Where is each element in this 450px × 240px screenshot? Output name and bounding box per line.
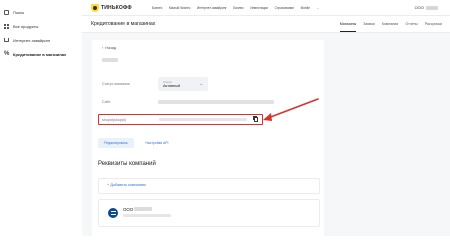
sidebar-item-label: Все продукты [13, 23, 39, 29]
account-switcher[interactable]: ООО [415, 5, 438, 10]
top-menu-item[interactable]: Инвестиции [250, 6, 268, 10]
top-navigation: ТИНЬКОФФ Бизнес Малый бизнес Интернет-эк… [82, 0, 450, 16]
sidebar: Поиск Все продукты Интернет-эквайринг % … [0, 0, 83, 236]
store-details-card: ‹ Назад Статус магазина Статус Активный ⌄… [92, 40, 324, 236]
tab-stores[interactable]: Магазины [339, 16, 357, 32]
company-name: ООО [123, 206, 134, 212]
chevron-down-icon: ⌄ [199, 81, 203, 86]
status-select[interactable]: Статус Активный ⌄ [158, 77, 208, 91]
house-icon [4, 9, 9, 15]
shopid-label: shopId(shopid) [102, 117, 126, 122]
api-settings-button[interactable]: Настройки API [142, 138, 172, 148]
top-menu-item[interactable]: Mobile [301, 6, 310, 10]
add-company-row: + Добавить компанию [98, 178, 320, 194]
bank-icon [108, 208, 118, 218]
copy-icon[interactable] [253, 116, 258, 122]
company-details-redacted [123, 214, 171, 217]
sidebar-item-store-credit[interactable]: % Кредитование в магазинах [4, 49, 82, 59]
company-name-redacted [134, 207, 152, 211]
top-menu-item[interactable]: Бизнес [233, 6, 243, 10]
company-section-title: Реквизиты компаний [98, 161, 156, 167]
top-menu-item[interactable]: Малый бизнес [169, 6, 190, 10]
logo-text: ТИНЬКОФФ [101, 4, 132, 11]
edit-button[interactable]: Редактировать [98, 138, 134, 148]
add-company-link[interactable]: + Добавить компанию [107, 183, 146, 187]
shopid-row-highlight: shopId(shopid) [98, 114, 263, 125]
shopid-value-redacted [159, 118, 247, 122]
sidebar-item-label: Интернет-эквайринг [13, 37, 51, 43]
back-label: Назад [105, 46, 117, 50]
sidebar-item-acquiring[interactable]: Интернет-эквайринг [4, 35, 82, 45]
sidebar-item-label: Кредитование в магазинах [13, 51, 67, 57]
top-menu-item[interactable]: Бизнес [152, 6, 162, 10]
site-url-redacted [158, 100, 274, 104]
section-tabs: Магазины Заявки Компании Отчеты Рассрочк… [333, 16, 442, 32]
page-header: Кредитование в магазинах Магазины Заявки… [82, 16, 450, 33]
store-name-redacted [102, 58, 118, 62]
percent-icon: % [4, 50, 10, 57]
status-select-value: Активный [163, 84, 181, 88]
cart-icon [4, 38, 9, 42]
chevron-left-icon: ‹ [102, 46, 104, 50]
back-link[interactable]: ‹ Назад [102, 46, 116, 50]
sidebar-item-all-products[interactable]: Все продукты [4, 21, 82, 31]
company-item[interactable]: ООО [98, 199, 320, 227]
tinkoff-logo[interactable]: ТИНЬКОФФ [91, 3, 132, 12]
tab-applications[interactable]: Заявки [363, 16, 375, 32]
tab-reports[interactable]: Отчеты [405, 16, 417, 32]
site-label: Сайт [102, 100, 111, 104]
top-menu-item[interactable]: Страхование [275, 6, 294, 10]
shield-icon [91, 3, 99, 12]
status-label: Статус магазина [102, 82, 130, 86]
page-title: Кредитование в магазинах [91, 21, 156, 27]
tab-installments[interactable]: Рассрочки [425, 16, 442, 32]
top-menu: Бизнес Малый бизнес Интернет-эквайринг Б… [152, 6, 326, 10]
tab-companies[interactable]: Компании [382, 16, 399, 32]
grid-icon [4, 23, 9, 29]
more-menu-icon[interactable]: ... [317, 6, 320, 10]
sidebar-item-search[interactable]: Поиск [4, 7, 82, 17]
sidebar-item-label: Поиск [13, 9, 25, 15]
top-menu-item[interactable]: Интернет-эквайринг [197, 6, 227, 10]
account-name: ООО [414, 5, 424, 10]
status-select-label: Статус [163, 79, 172, 84]
account-name-redacted [426, 5, 438, 10]
